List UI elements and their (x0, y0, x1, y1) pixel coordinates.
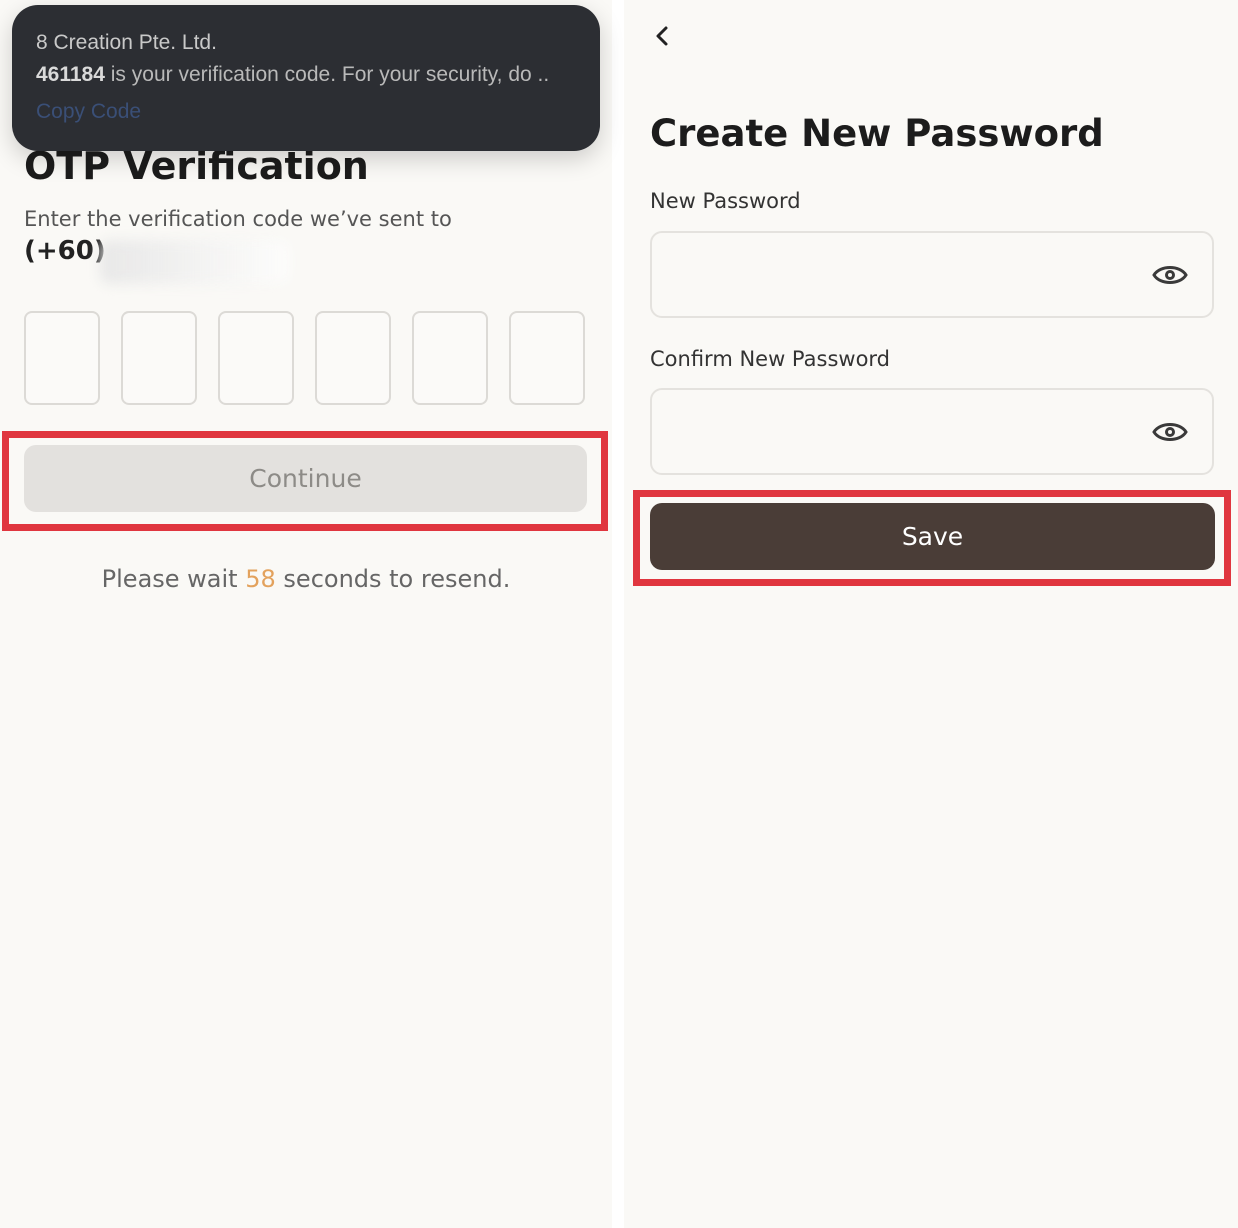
sms-notification[interactable]: 8 Creation Pte. Ltd. 461184 is your veri… (12, 5, 600, 151)
phone-country-code: (+60) (24, 236, 106, 266)
create-password-screen (624, 0, 1238, 1228)
resend-prefix: Please wait (101, 565, 238, 593)
otp-digit-input-2[interactable] (121, 311, 197, 405)
new-password-label: New Password (650, 189, 801, 213)
otp-digit-input-1[interactable] (24, 311, 100, 405)
otp-digit-input-5[interactable] (412, 311, 488, 405)
resend-countdown: Please wait 58 seconds to resend. (0, 565, 612, 593)
create-password-title: Create New Password (650, 112, 1104, 155)
notification-message-text: is your verification code. For your secu… (110, 63, 550, 86)
resend-seconds: 58 (245, 565, 276, 593)
back-chevron-icon[interactable] (650, 22, 674, 50)
otp-digit-input-6[interactable] (509, 311, 585, 405)
eye-icon[interactable] (1152, 261, 1188, 289)
otp-digit-input-4[interactable] (315, 311, 391, 405)
save-button[interactable]: Save (650, 503, 1215, 570)
new-password-input[interactable] (668, 233, 1152, 318)
otp-digit-input-3[interactable] (218, 311, 294, 405)
redacted-phone-number (100, 240, 290, 284)
notification-sender: 8 Creation Pte. Ltd. (36, 31, 217, 54)
confirm-password-input[interactable] (668, 390, 1152, 475)
confirm-password-field[interactable] (650, 388, 1214, 475)
confirm-password-label: Confirm New Password (650, 347, 891, 371)
notification-message: 461184 is your verification code. For yo… (36, 63, 549, 87)
otp-subtitle: Enter the verification code we’ve sent t… (24, 207, 452, 231)
new-password-field[interactable] (650, 231, 1214, 318)
continue-button[interactable]: Continue (24, 445, 587, 512)
verification-code: 461184 (36, 63, 105, 86)
copy-code-button[interactable]: Copy Code (36, 100, 141, 124)
resend-suffix: seconds to resend. (283, 565, 511, 593)
eye-icon[interactable] (1152, 418, 1188, 446)
